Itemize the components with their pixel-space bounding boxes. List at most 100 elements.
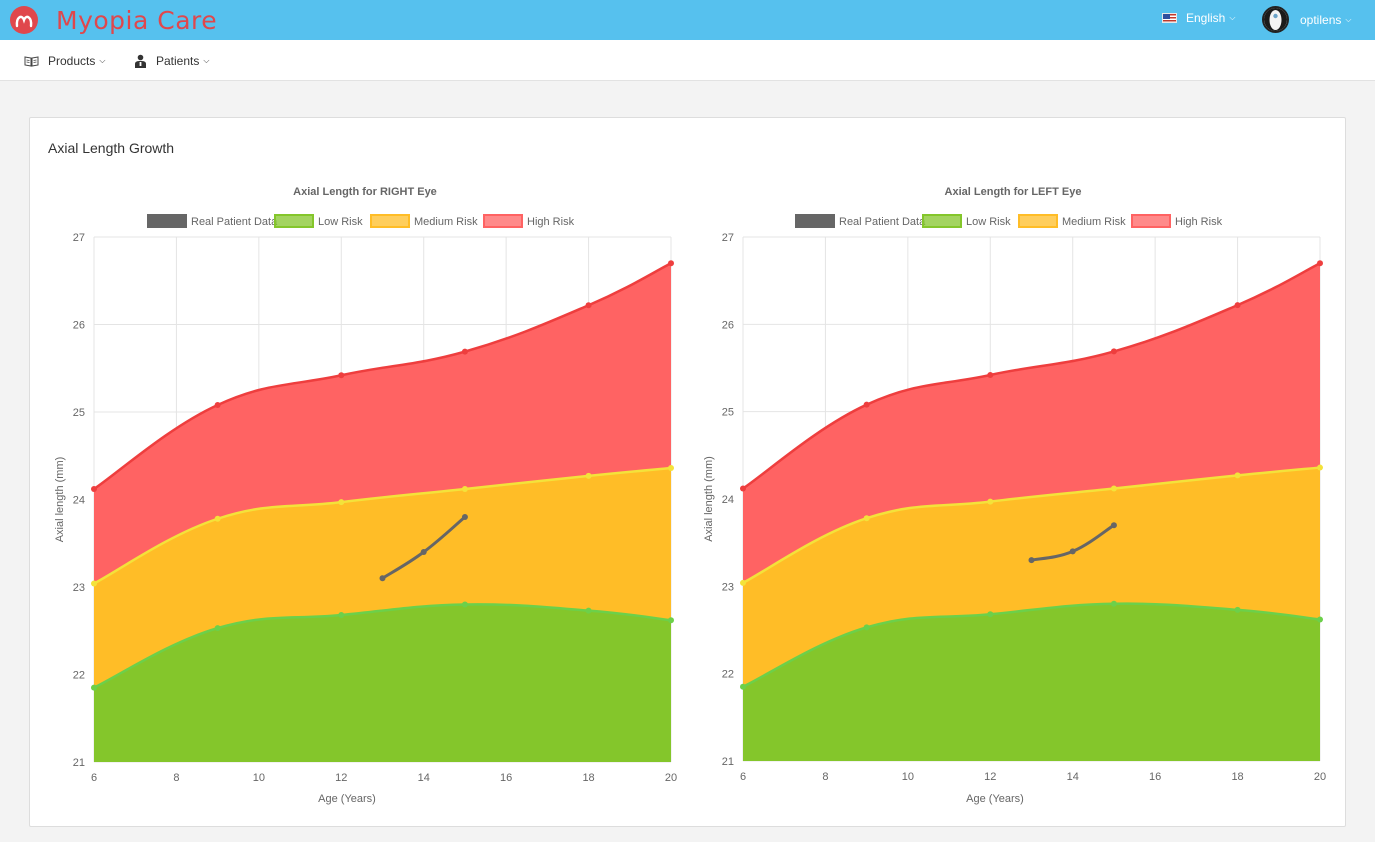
- x-tick-label: 18: [1231, 771, 1243, 783]
- legend-swatch: [370, 214, 410, 228]
- legend-swatch: [274, 214, 314, 228]
- chevron-down-icon: ⌵: [203, 56, 210, 65]
- patient-point: [1069, 548, 1076, 555]
- y-tick-label: 21: [73, 757, 85, 769]
- data-point: [668, 465, 674, 471]
- y-tick-label: 25: [722, 407, 734, 419]
- data-point: [214, 625, 221, 632]
- legend-item: High Risk: [1131, 214, 1223, 228]
- y-tick-label: 21: [722, 756, 734, 768]
- patient-point: [420, 549, 427, 555]
- data-point: [1110, 600, 1117, 607]
- x-tick-label: 16: [500, 772, 512, 784]
- y-tick-label: 24: [722, 494, 734, 506]
- y-tick-label: 24: [73, 495, 85, 507]
- chart-title: Axial Length for RIGHT Eye: [293, 186, 437, 198]
- patient-icon: [134, 54, 147, 68]
- data-point: [338, 499, 345, 506]
- legend-item: High Risk: [483, 214, 575, 228]
- x-axis-title: Age (Years): [966, 793, 1024, 805]
- x-tick-label: 12: [984, 771, 996, 783]
- y-axis-title: Axial length (mm): [703, 456, 715, 542]
- patient-point: [379, 575, 386, 582]
- data-point: [585, 302, 592, 309]
- y-tick-label: 22: [73, 670, 85, 682]
- x-tick-label: 8: [173, 772, 179, 784]
- legend-label: Real Patient Data: [191, 216, 278, 228]
- legend-label: Low Risk: [966, 216, 1011, 228]
- menu-item-products[interactable]: Products ⌵: [24, 52, 105, 70]
- data-point: [461, 486, 468, 492]
- menu-item-label: Products: [48, 54, 96, 68]
- data-point: [740, 485, 746, 492]
- data-point: [1317, 260, 1323, 267]
- x-tick-label: 6: [91, 772, 97, 784]
- y-tick-label: 26: [722, 319, 734, 331]
- user-name: optilens: [1300, 12, 1342, 27]
- brand[interactable]: Myopia Care: [10, 5, 217, 35]
- legend-label: Medium Risk: [1062, 216, 1126, 228]
- language-label: English: [1186, 11, 1226, 25]
- data-point: [668, 617, 674, 624]
- data-point: [863, 624, 870, 631]
- user-menu[interactable]: optilens ⌵: [1262, 6, 1351, 33]
- book-icon: [24, 55, 39, 67]
- data-point: [461, 348, 468, 355]
- legend-label: High Risk: [1175, 216, 1223, 228]
- x-tick-label: 10: [253, 772, 265, 784]
- charts-canvas: Axial Length for RIGHT Eye Real Patient D…: [54, 186, 1326, 805]
- x-tick-label: 14: [418, 772, 430, 784]
- legend-swatch: [795, 214, 835, 228]
- brand-logo-icon: [10, 6, 38, 34]
- x-tick-label: 10: [902, 771, 914, 783]
- language-selector[interactable]: English ⌵: [1162, 11, 1235, 25]
- data-point: [987, 371, 994, 378]
- y-axis-title: Axial length (mm): [54, 457, 66, 543]
- y-tick-label: 23: [73, 582, 85, 594]
- patient-point: [1110, 522, 1117, 529]
- x-tick-label: 6: [740, 771, 746, 783]
- chart-title: Axial Length for LEFT Eye: [945, 186, 1082, 198]
- data-point: [740, 683, 746, 690]
- legend-item: Medium Risk: [370, 214, 478, 228]
- legend-item: Medium Risk: [1018, 214, 1126, 228]
- x-tick-label: 18: [582, 772, 594, 784]
- legend-label: Low Risk: [318, 216, 363, 228]
- y-tick-label: 27: [73, 232, 85, 244]
- y-tick-label: 26: [73, 320, 85, 332]
- us-flag-icon: [1162, 13, 1177, 23]
- legend-label: Medium Risk: [414, 216, 478, 228]
- patient-point: [1028, 557, 1035, 564]
- brand-name: Myopia Care: [56, 5, 218, 35]
- data-point: [461, 601, 468, 608]
- data-point: [1317, 616, 1323, 623]
- menu-bar: Products ⌵ Patients ⌵: [0, 40, 1375, 81]
- data-point: [863, 401, 870, 408]
- data-point: [863, 515, 870, 522]
- data-point: [1234, 472, 1241, 479]
- x-tick-label: 20: [1314, 771, 1326, 783]
- data-point: [1234, 302, 1241, 309]
- data-point: [338, 372, 345, 379]
- x-tick-label: 16: [1149, 771, 1161, 783]
- y-tick-label: 27: [722, 232, 734, 244]
- data-point: [987, 611, 994, 618]
- data-point: [740, 579, 746, 586]
- data-point: [1110, 348, 1117, 355]
- x-tick-label: 8: [822, 771, 828, 783]
- data-point: [668, 260, 674, 267]
- data-point: [585, 472, 592, 479]
- data-point: [91, 486, 97, 492]
- y-tick-label: 25: [73, 407, 85, 419]
- legend-item: Low Risk: [274, 214, 363, 228]
- data-point: [91, 684, 97, 691]
- data-point: [1234, 606, 1241, 613]
- y-tick-label: 22: [722, 669, 734, 681]
- legend-swatch: [1131, 214, 1171, 228]
- menu-item-patients[interactable]: Patients ⌵: [134, 52, 209, 70]
- x-tick-label: 20: [665, 772, 677, 784]
- legend-item: Real Patient Data: [147, 214, 278, 228]
- data-point: [214, 402, 221, 408]
- data-point: [1317, 464, 1323, 471]
- avatar: [1262, 6, 1289, 33]
